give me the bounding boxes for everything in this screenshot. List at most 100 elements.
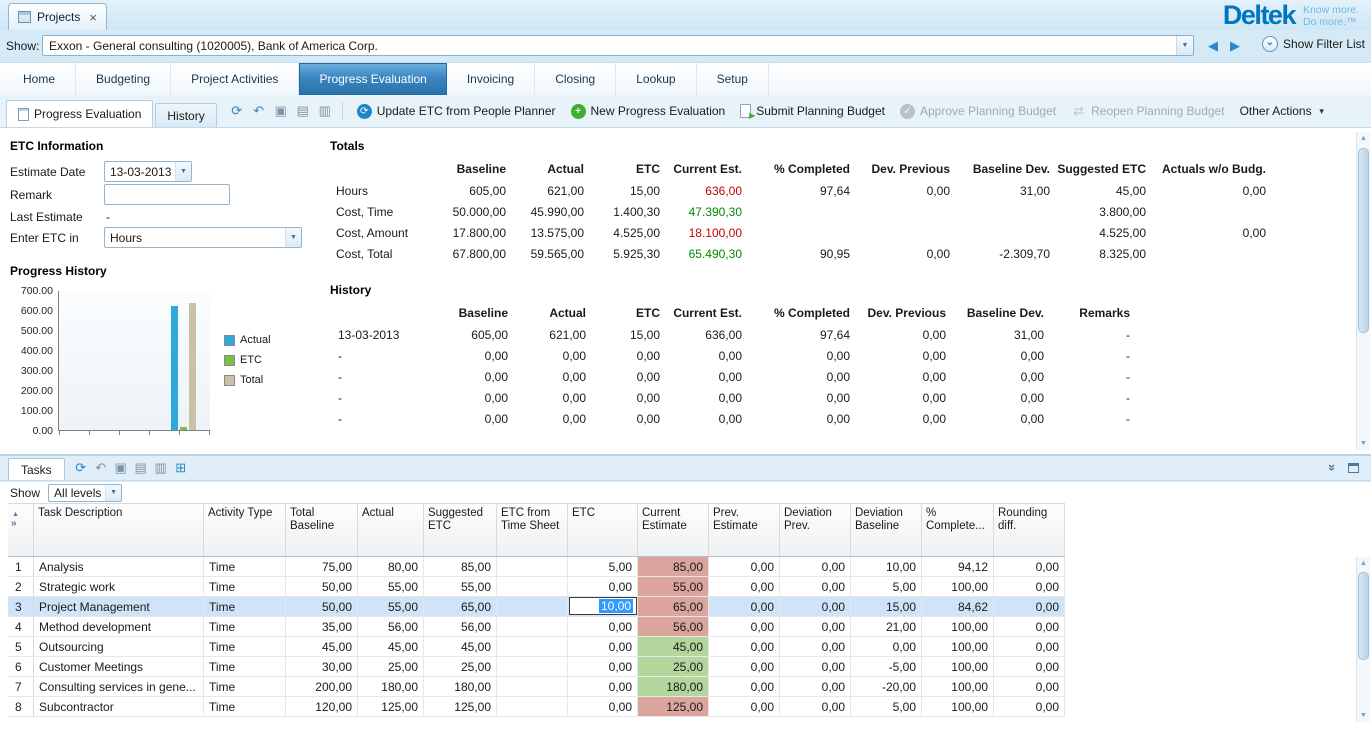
cell[interactable]: Analysis — [34, 557, 204, 576]
cell[interactable]: 50,00 — [286, 577, 358, 596]
row-number[interactable]: 1 — [8, 557, 34, 576]
column-header-task-description[interactable]: Task Description — [34, 504, 204, 556]
cell[interactable]: 55,00 — [424, 577, 497, 596]
scroll-down-arrow[interactable]: ▼ — [1357, 709, 1370, 722]
cell[interactable]: Time — [204, 637, 286, 656]
cell[interactable]: 0,00 — [780, 697, 851, 716]
cell[interactable]: 100,00 — [922, 617, 994, 636]
row-number[interactable]: 2 — [8, 577, 34, 596]
cell[interactable]: 0,00 — [780, 617, 851, 636]
cell[interactable]: 0,00 — [709, 617, 780, 636]
column-header-current-estimate[interactable]: Current Estimate — [638, 504, 709, 556]
cell[interactable]: 0,00 — [780, 597, 851, 616]
action-update-etc-from-people-planner[interactable]: Update ETC from People Planner — [350, 99, 563, 123]
chevron-down-icon[interactable]: ▼ — [1176, 36, 1193, 55]
cell[interactable]: 65,00 — [424, 597, 497, 616]
print-icon[interactable]: ▤ — [293, 101, 313, 121]
cell[interactable] — [497, 597, 568, 616]
row-number[interactable]: 8 — [8, 697, 34, 716]
cell[interactable]: 100,00 — [922, 697, 994, 716]
cell[interactable] — [497, 677, 568, 696]
cell[interactable]: 21,00 — [851, 617, 922, 636]
save-icon[interactable]: ▣ — [271, 101, 291, 121]
cell[interactable]: 0,00 — [568, 697, 638, 716]
cell[interactable]: 125,00 — [638, 697, 709, 716]
scroll-thumb[interactable] — [1358, 148, 1369, 333]
cell[interactable]: 5,00 — [851, 697, 922, 716]
row-number[interactable]: 5 — [8, 637, 34, 656]
cell[interactable]: 0,00 — [994, 677, 1065, 696]
column-header-total-baseline[interactable]: Total Baseline — [286, 504, 358, 556]
cell[interactable]: 0,00 — [568, 577, 638, 596]
cell[interactable]: -20,00 — [851, 677, 922, 696]
cell[interactable]: 0,00 — [994, 697, 1065, 716]
cell[interactable]: 0,00 — [709, 597, 780, 616]
cell[interactable]: Time — [204, 597, 286, 616]
cell[interactable]: 100,00 — [922, 577, 994, 596]
action-new-progress-evaluation[interactable]: New Progress Evaluation — [564, 99, 733, 123]
cell[interactable]: 56,00 — [638, 617, 709, 636]
refresh-icon[interactable]: ⟳ — [71, 458, 91, 478]
cell[interactable]: Consulting services in gene... — [34, 677, 204, 696]
cell[interactable]: 120,00 — [286, 697, 358, 716]
cell[interactable]: 45,00 — [638, 637, 709, 656]
cell[interactable]: Strategic work — [34, 577, 204, 596]
cell[interactable]: Outsourcing — [34, 637, 204, 656]
cell[interactable]: 30,00 — [286, 657, 358, 676]
collapse-panel-icon[interactable]: » — [1327, 464, 1338, 471]
cell[interactable]: 50,00 — [286, 597, 358, 616]
enter-etc-in-select[interactable]: Hours ▼ — [104, 227, 302, 248]
scroll-up-arrow[interactable]: ▲ — [1357, 132, 1370, 145]
print-preview-icon[interactable]: ▥ — [315, 101, 335, 121]
cell[interactable]: 0,00 — [568, 617, 638, 636]
view-tab-history[interactable]: History — [155, 103, 216, 127]
tab-invoicing[interactable]: Invoicing — [447, 63, 535, 95]
cell[interactable] — [497, 637, 568, 656]
cell[interactable]: 10,00 — [851, 557, 922, 576]
remark-input[interactable] — [104, 184, 230, 205]
scroll-thumb[interactable] — [1358, 572, 1369, 660]
projects-window-tab[interactable]: Projects × — [8, 3, 107, 30]
tasks-vertical-scrollbar[interactable]: ▲ ▼ — [1356, 557, 1370, 722]
save-icon[interactable]: ▣ — [111, 458, 131, 478]
cell[interactable]: Customer Meetings — [34, 657, 204, 676]
cell[interactable]: 0,00 — [994, 637, 1065, 656]
scroll-up-arrow[interactable]: ▲ — [1357, 557, 1370, 570]
column-header-activity-type[interactable]: Activity Type — [204, 504, 286, 556]
cell[interactable]: 0,00 — [780, 577, 851, 596]
cell[interactable]: 10,00 — [568, 597, 638, 616]
cell[interactable]: 5,00 — [568, 557, 638, 576]
cell[interactable]: 100,00 — [922, 657, 994, 676]
cell[interactable]: 0,00 — [851, 637, 922, 656]
cell[interactable] — [497, 657, 568, 676]
cell[interactable]: Time — [204, 617, 286, 636]
column-header-deviation-prev[interactable]: Deviation Prev. — [780, 504, 851, 556]
refresh-icon[interactable]: ⟳ — [227, 101, 247, 121]
cell[interactable]: 80,00 — [358, 557, 424, 576]
tab-project-activities[interactable]: Project Activities — [171, 63, 299, 95]
action-submit-planning-budget[interactable]: Submit Planning Budget — [733, 99, 892, 123]
cell[interactable]: 0,00 — [709, 677, 780, 696]
forward-button[interactable]: ▶ — [1230, 38, 1240, 54]
cell[interactable]: 25,00 — [638, 657, 709, 676]
estimate-date-select[interactable]: 13-03-2013 ▼ — [104, 161, 192, 182]
cell[interactable]: 45,00 — [286, 637, 358, 656]
view-tab-progress-evaluation[interactable]: Progress Evaluation — [6, 100, 153, 127]
cell[interactable]: Time — [204, 677, 286, 696]
tab-budgeting[interactable]: Budgeting — [76, 63, 171, 95]
cell[interactable]: 180,00 — [358, 677, 424, 696]
row-number[interactable]: 7 — [8, 677, 34, 696]
cell[interactable]: 0,00 — [568, 677, 638, 696]
cell[interactable]: 65,00 — [638, 597, 709, 616]
tasks-tab[interactable]: Tasks — [8, 458, 65, 480]
column-header-etc-from-time-sheet[interactable]: ETC from Time Sheet — [497, 504, 568, 556]
cell[interactable]: Time — [204, 557, 286, 576]
cell[interactable]: 85,00 — [424, 557, 497, 576]
column-header-suggested-etc[interactable]: Suggested ETC — [424, 504, 497, 556]
cell[interactable]: 180,00 — [424, 677, 497, 696]
cell[interactable]: 0,00 — [709, 637, 780, 656]
cell[interactable]: 0,00 — [568, 657, 638, 676]
action-other-actions[interactable]: Other Actions — [1233, 99, 1334, 123]
cell[interactable]: 0,00 — [780, 657, 851, 676]
project-selector[interactable]: Exxon - General consulting (1020005), Ba… — [42, 35, 1194, 56]
